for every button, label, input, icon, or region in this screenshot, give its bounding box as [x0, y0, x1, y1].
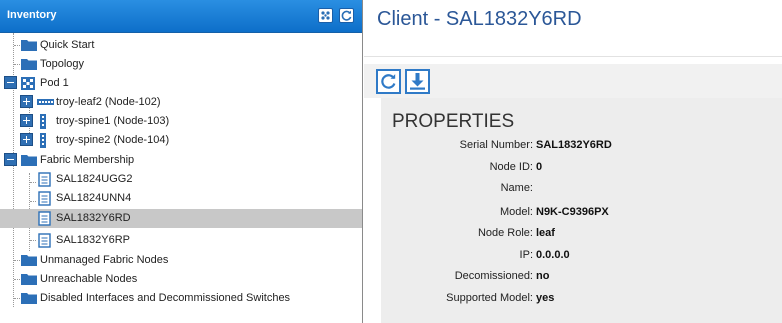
property-supported-model: Supported Model: yes — [381, 292, 782, 312]
property-value: no — [536, 270, 550, 282]
property-serial-number: Serial Number: SAL1832Y6RD — [381, 139, 782, 159]
collapse-toggle[interactable] — [4, 153, 17, 166]
property-label: Node Role: — [477, 227, 533, 239]
detail-toolbar — [364, 64, 782, 98]
inventory-panel: Inventory Quick Start Topology Pod 1 tro… — [0, 0, 363, 323]
property-value: N9K-C9396PX — [536, 206, 609, 218]
tree-item-unreachable-nodes[interactable]: Unreachable Nodes — [0, 270, 362, 289]
property-node-id: Node ID: 0 — [381, 161, 782, 181]
cluster-settings-icon — [321, 11, 330, 20]
settings-button[interactable] — [318, 8, 333, 23]
tree-item-troy-spine1[interactable]: troy-spine1 (Node-103) — [0, 112, 362, 131]
tree-item-sal1824ugg2[interactable]: SAL1824UGG2 — [0, 170, 362, 189]
divider — [364, 56, 782, 57]
tree-item-unmanaged-fabric-nodes[interactable]: Unmanaged Fabric Nodes — [0, 251, 362, 270]
download-icon — [410, 73, 425, 90]
tree-item-label: Disabled Interfaces and Decommissioned S… — [40, 292, 291, 304]
refresh-icon — [341, 10, 352, 21]
spine-switch-icon — [40, 114, 46, 129]
expand-toggle[interactable] — [20, 95, 33, 108]
tree-item-disabled-interfaces[interactable]: Disabled Interfaces and Decommissioned S… — [0, 289, 362, 308]
folder-icon — [21, 59, 37, 70]
property-label: Decomissioned: — [454, 270, 533, 282]
tree-item-troy-spine2[interactable]: troy-spine2 (Node-104) — [0, 131, 362, 150]
tree-item-sal1832y6rp[interactable]: SAL1832Y6RP — [0, 231, 362, 250]
refresh-button[interactable] — [376, 69, 401, 94]
tree-item-label: Topology — [40, 58, 85, 70]
properties-section: PROPERTIES Serial Number: SAL1832Y6RD No… — [381, 98, 782, 323]
inventory-tree: Quick Start Topology Pod 1 troy-leaf2 (N… — [0, 33, 362, 323]
property-value: SAL1832Y6RD — [536, 139, 612, 151]
tree-item-quick-start[interactable]: Quick Start — [0, 36, 362, 55]
tree-item-label: SAL1824UNN4 — [56, 192, 132, 204]
tree-item-label: Fabric Membership — [40, 154, 135, 166]
folder-icon — [21, 155, 37, 166]
detail-panel: Client - SAL1832Y6RD PROPERTIES Serial N… — [364, 0, 782, 323]
refresh-icon — [381, 74, 396, 89]
inventory-title: Inventory — [7, 9, 57, 21]
tree-item-label: SAL1824UGG2 — [56, 173, 133, 185]
refresh-button[interactable] — [339, 8, 354, 23]
property-value: yes — [536, 292, 555, 304]
property-label: IP: — [519, 249, 533, 261]
property-model: Model: N9K-C9396PX — [381, 206, 782, 226]
property-node-role: Node Role: leaf — [381, 227, 782, 247]
scroll-document-icon — [38, 191, 51, 206]
tree-item-label: troy-spine2 (Node-104) — [56, 134, 170, 146]
scroll-document-icon — [38, 172, 51, 187]
folder-icon — [21, 40, 37, 51]
inventory-header: Inventory — [0, 0, 362, 33]
tree-item-label: Unmanaged Fabric Nodes — [40, 254, 169, 266]
property-label: Node ID: — [489, 161, 533, 173]
tree-item-topology[interactable]: Topology — [0, 55, 362, 74]
download-button[interactable] — [405, 69, 430, 94]
tree-item-sal1832y6rd[interactable]: SAL1832Y6RD — [0, 209, 362, 228]
property-label: Supported Model: — [446, 292, 533, 304]
property-decomissioned: Decomissioned: no — [381, 270, 782, 290]
property-ip: IP: 0.0.0.0 — [381, 249, 782, 269]
property-value: 0.0.0.0 — [536, 249, 570, 261]
properties-title: PROPERTIES — [392, 111, 515, 132]
property-value: 0 — [536, 161, 543, 173]
tree-item-pod-1[interactable]: Pod 1 — [0, 74, 362, 93]
property-name: Name: — [381, 182, 782, 202]
page-title: Client - SAL1832Y6RD — [377, 8, 582, 30]
tree-item-fabric-membership[interactable]: Fabric Membership — [0, 151, 362, 170]
property-label: Name: — [500, 182, 533, 194]
tree-item-label: Pod 1 — [40, 77, 69, 89]
expand-toggle[interactable] — [20, 114, 33, 127]
tree-item-label: troy-leaf2 (Node-102) — [56, 96, 161, 108]
property-value: leaf — [536, 227, 555, 239]
tree-item-label: Unreachable Nodes — [40, 273, 138, 285]
tree-item-sal1824unn4[interactable]: SAL1824UNN4 — [0, 189, 362, 208]
pod-icon — [21, 77, 35, 90]
property-label: Model: — [499, 206, 533, 218]
property-label: Serial Number: — [459, 139, 533, 151]
folder-icon — [21, 293, 37, 304]
leaf-switch-icon — [37, 99, 54, 105]
scroll-document-icon — [38, 211, 51, 226]
scroll-document-icon — [38, 233, 51, 248]
folder-icon — [21, 255, 37, 266]
spine-switch-icon — [40, 133, 46, 148]
tree-item-label: troy-spine1 (Node-103) — [56, 115, 170, 127]
tree-item-label: SAL1832Y6RP — [56, 234, 130, 246]
tree-item-label: SAL1832Y6RD — [56, 212, 131, 224]
tree-item-troy-leaf2[interactable]: troy-leaf2 (Node-102) — [0, 93, 362, 112]
expand-toggle[interactable] — [20, 133, 33, 146]
tree-item-label: Quick Start — [40, 39, 95, 51]
collapse-toggle[interactable] — [4, 76, 17, 89]
folder-icon — [21, 274, 37, 285]
